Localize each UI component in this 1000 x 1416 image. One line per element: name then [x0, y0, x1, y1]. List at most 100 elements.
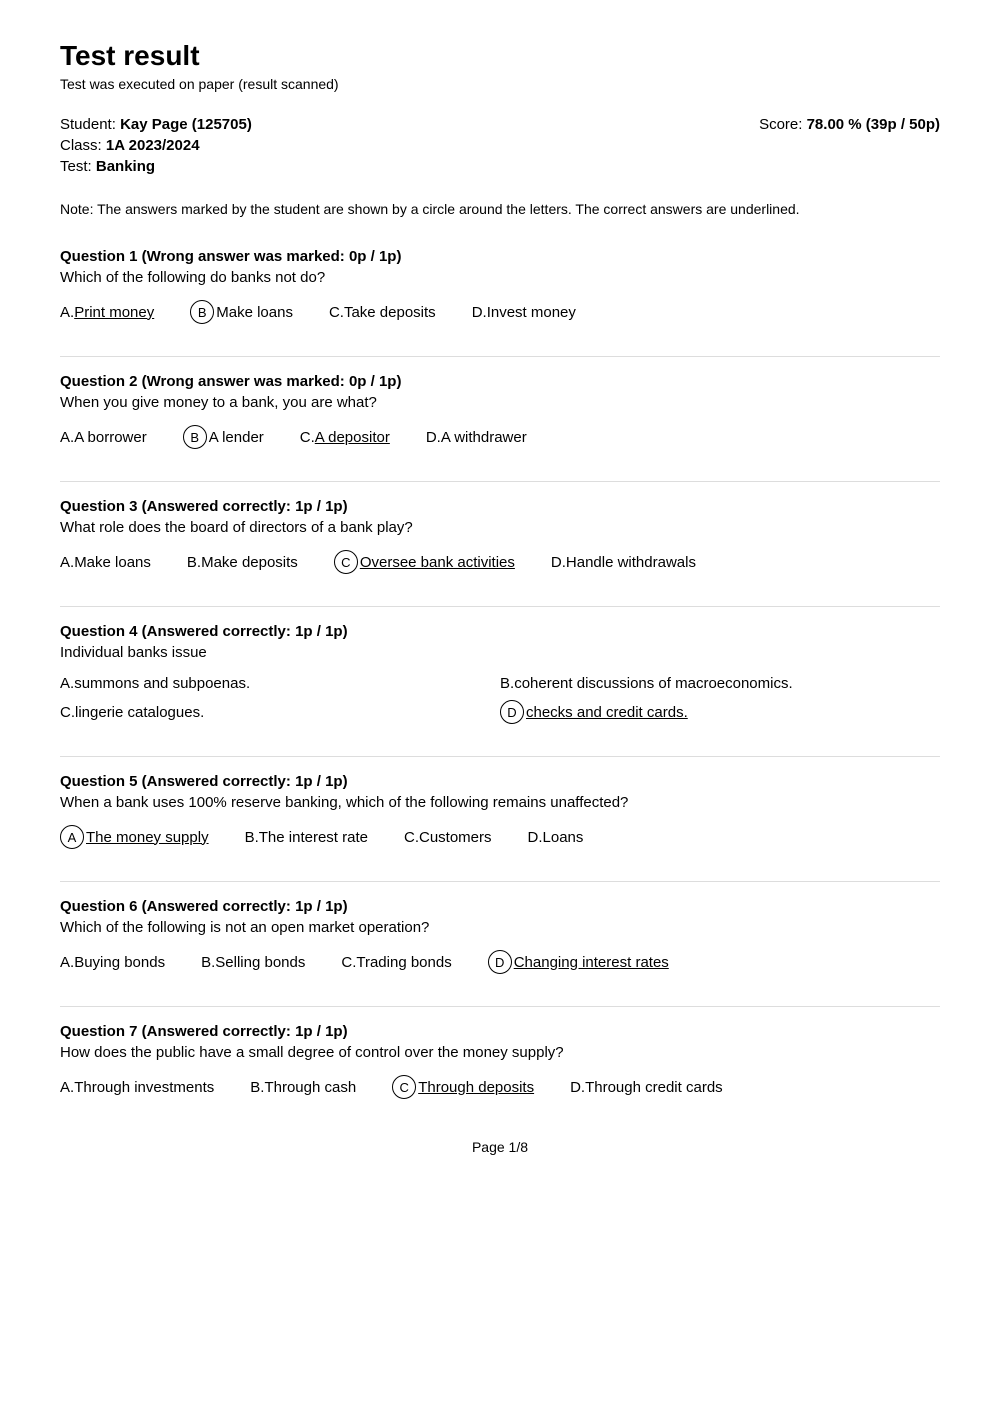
answers-row-1: A. Print money BMake loans C. Take deposit…: [60, 300, 940, 324]
answer-text-6-4: Changing interest rates: [514, 954, 669, 971]
answer-item-6-4: DChanging interest rates: [488, 950, 669, 974]
answer-text-4-3: lingerie catalogues.: [75, 704, 204, 721]
answer-label-1-3: C.: [329, 304, 344, 321]
question-block-1: Question 1 (Wrong answer was marked: 0p …: [60, 248, 940, 324]
answer-text-5-3: Customers: [419, 829, 492, 846]
circled-label-4-4: D: [500, 700, 524, 724]
footer-text: Page 1/8: [472, 1139, 528, 1155]
test-label: Test:: [60, 158, 92, 175]
answer-item-5-2: B. The interest rate: [245, 829, 368, 846]
answer-item-2-1: A. A borrower: [60, 429, 147, 446]
answer-label-5-3: C.: [404, 829, 419, 846]
answer-item-4-2: B. coherent discussions of macroeconomic…: [500, 675, 904, 692]
answer-label-3-1: A.: [60, 554, 74, 571]
answer-text-6-2: Selling bonds: [215, 954, 305, 971]
circled-label-3-3: C: [334, 550, 358, 574]
answer-label-6-2: B.: [201, 954, 215, 971]
test-line: Test: Banking: [60, 158, 252, 175]
answer-text-2-3: A depositor: [315, 429, 390, 446]
answer-text-3-2: Make deposits: [201, 554, 298, 571]
answer-item-2-3: C. A depositor: [300, 429, 390, 446]
page-footer: Page 1/8: [60, 1139, 940, 1155]
class-label: Class:: [60, 137, 102, 154]
answers-row-5: AThe money supply B. The interest rate C. …: [60, 825, 940, 849]
question-header-2: Question 2 (Wrong answer was marked: 0p …: [60, 373, 940, 390]
answer-text-5-1: The money supply: [86, 829, 209, 846]
question-block-6: Question 6 (Answered correctly: 1p / 1p)…: [60, 898, 940, 974]
question-block-7: Question 7 (Answered correctly: 1p / 1p)…: [60, 1023, 940, 1099]
answer-item-2-2: BA lender: [183, 425, 264, 449]
answer-text-4-4: checks and credit cards.: [526, 704, 688, 721]
answer-text-3-3: Oversee bank activities: [360, 554, 515, 571]
answers-row-7: A. Through investmentsB. Through cashCTh…: [60, 1075, 940, 1099]
question-block-5: Question 5 (Answered correctly: 1p / 1p)…: [60, 773, 940, 849]
answer-label-2-4: D.: [426, 429, 441, 446]
student-line: Student: Kay Page (125705): [60, 116, 252, 133]
circled-label-2-2: B: [183, 425, 207, 449]
answer-text-7-2: Through cash: [264, 1079, 356, 1096]
meta-section: Student: Kay Page (125705) Class: 1A 202…: [60, 116, 940, 179]
question-text-2: When you give money to a bank, you are w…: [60, 394, 940, 411]
question-text-1: Which of the following do banks not do?: [60, 269, 940, 286]
answer-text-2-4: A withdrawer: [441, 429, 527, 446]
answer-label-7-4: D.: [570, 1079, 585, 1096]
meta-right: Score: 78.00 % (39p / 50p): [759, 116, 940, 179]
question-header-5: Question 5 (Answered correctly: 1p / 1p): [60, 773, 940, 790]
answers-row-3: A. Make loans B. Make deposits COversee ba…: [60, 550, 940, 574]
answer-text-6-3: Trading bonds: [356, 954, 451, 971]
answer-item-7-1: A. Through investments: [60, 1079, 214, 1096]
answer-label-2-3: C.: [300, 429, 315, 446]
answer-label-6-1: A.: [60, 954, 74, 971]
answer-label-3-4: D.: [551, 554, 566, 571]
answer-item-1-4: D. Invest money: [472, 304, 576, 321]
circled-label-6-4: D: [488, 950, 512, 974]
answer-text-1-4: Invest money: [487, 304, 576, 321]
student-name: Kay Page (125705): [120, 116, 252, 133]
answer-item-2-4: D. A withdrawer: [426, 429, 527, 446]
answer-item-5-1: AThe money supply: [60, 825, 209, 849]
answer-text-6-1: Buying bonds: [74, 954, 165, 971]
answer-item-1-2: BMake loans: [190, 300, 293, 324]
answer-text-4-2: coherent discussions of macroeconomics.: [514, 675, 792, 692]
answers-row-4: A. summons and subpoenas.B. coherent dis…: [60, 675, 940, 724]
circled-label-5-1: A: [60, 825, 84, 849]
answer-item-6-3: C. Trading bonds: [341, 954, 451, 971]
answers-row-6: A. Buying bonds B. Selling bonds C. Tradin…: [60, 950, 940, 974]
answer-item-7-4: D. Through credit cards: [570, 1079, 723, 1096]
answer-label-4-3: C.: [60, 704, 75, 721]
student-label: Student:: [60, 116, 116, 133]
answer-item-3-3: COversee bank activities: [334, 550, 515, 574]
meta-left: Student: Kay Page (125705) Class: 1A 202…: [60, 116, 252, 179]
answer-label-7-2: B.: [250, 1079, 264, 1096]
score-label: Score:: [759, 116, 802, 133]
answer-item-4-3: C. lingerie catalogues.: [60, 700, 464, 724]
answer-item-5-3: C. Customers: [404, 829, 492, 846]
answer-item-1-1: A. Print money: [60, 304, 154, 321]
answer-text-1-3: Take deposits: [344, 304, 436, 321]
test-name: Banking: [96, 158, 155, 175]
answer-label-5-4: D.: [528, 829, 543, 846]
answer-text-4-1: summons and subpoenas.: [74, 675, 250, 692]
answer-item-5-4: D. Loans: [528, 829, 584, 846]
question-header-1: Question 1 (Wrong answer was marked: 0p …: [60, 248, 940, 265]
answer-label-1-1: A.: [60, 304, 74, 321]
question-header-4: Question 4 (Answered correctly: 1p / 1p): [60, 623, 940, 640]
answer-label-3-2: B.: [187, 554, 201, 571]
question-text-3: What role does the board of directors of…: [60, 519, 940, 536]
answer-item-6-1: A. Buying bonds: [60, 954, 165, 971]
answers-row-2: A. A borrower BA lender C. A depositor D. A…: [60, 425, 940, 449]
question-header-3: Question 3 (Answered correctly: 1p / 1p): [60, 498, 940, 515]
answer-item-6-2: B. Selling bonds: [201, 954, 305, 971]
answer-item-3-1: A. Make loans: [60, 554, 151, 571]
answer-label-1-4: D.: [472, 304, 487, 321]
answer-label-7-1: A.: [60, 1079, 74, 1096]
answer-text-5-4: Loans: [543, 829, 584, 846]
page-title: Test result: [60, 40, 940, 72]
answer-label-4-2: B.: [500, 675, 514, 692]
question-text-6: Which of the following is not an open ma…: [60, 919, 940, 936]
circled-label-7-3: C: [392, 1075, 416, 1099]
question-header-7: Question 7 (Answered correctly: 1p / 1p): [60, 1023, 940, 1040]
question-block-3: Question 3 (Answered correctly: 1p / 1p)…: [60, 498, 940, 574]
questions-container: Question 1 (Wrong answer was marked: 0p …: [60, 248, 940, 1099]
question-header-6: Question 6 (Answered correctly: 1p / 1p): [60, 898, 940, 915]
